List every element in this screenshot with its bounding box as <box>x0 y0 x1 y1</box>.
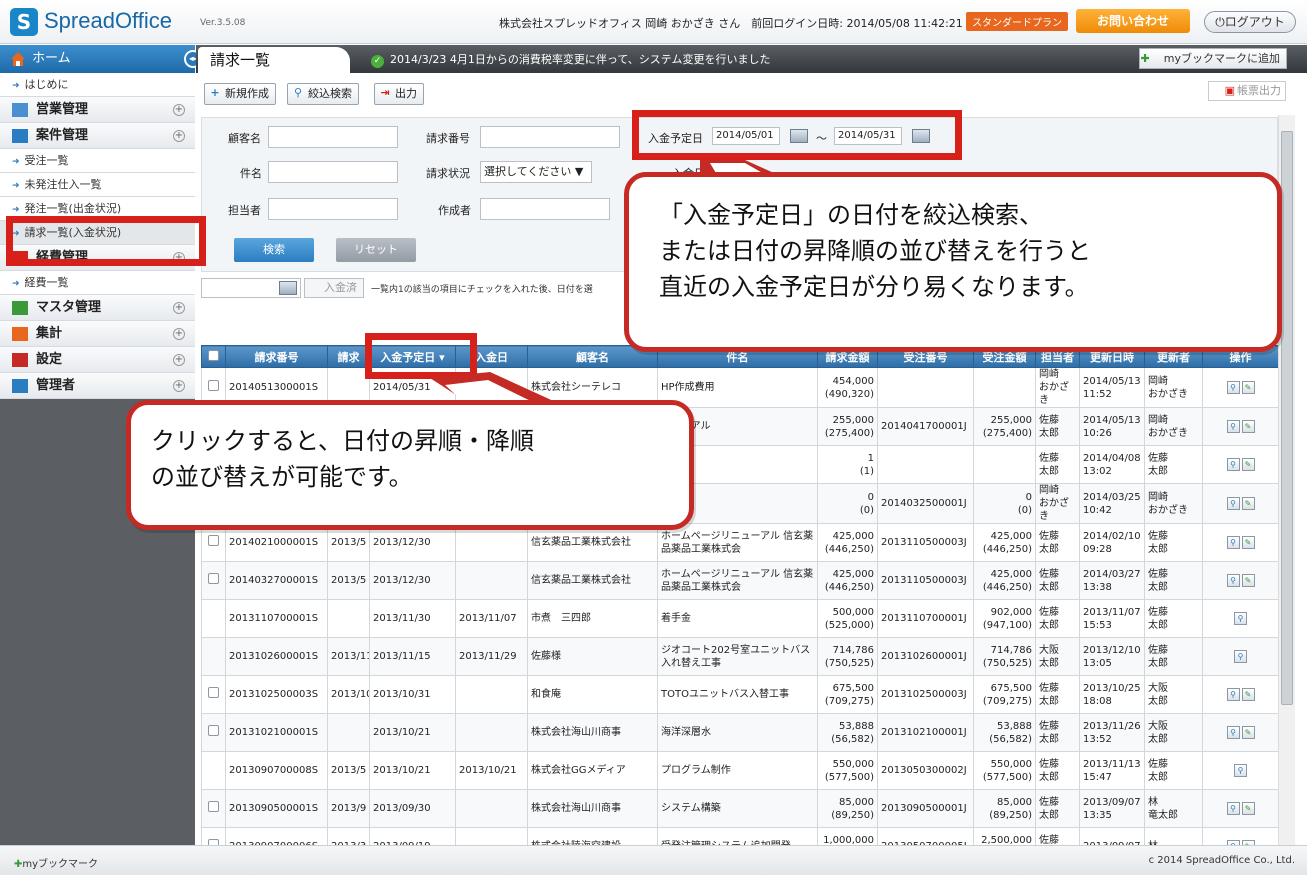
callout-bottom-line: クリックすると、日付の昇順・降順 <box>151 427 535 455</box>
callout-top-line: 「入金予定日」の日付を絞込検索、 <box>659 201 1043 229</box>
callout-bottom-line: の並び替えが可能です。 <box>151 463 413 491</box>
callout-top: 「入金予定日」の日付を絞込検索、 または日付の昇降順の並び替えを行うと 直近の入… <box>624 172 1282 352</box>
callout-bottom: クリックすると、日付の昇順・降順 の並び替えが可能です。 <box>126 400 694 530</box>
callout-top-line: 直近の入金予定日が分り易くなります。 <box>659 273 1089 301</box>
callout-top-line: または日付の昇降順の並び替えを行うと <box>659 237 1091 265</box>
